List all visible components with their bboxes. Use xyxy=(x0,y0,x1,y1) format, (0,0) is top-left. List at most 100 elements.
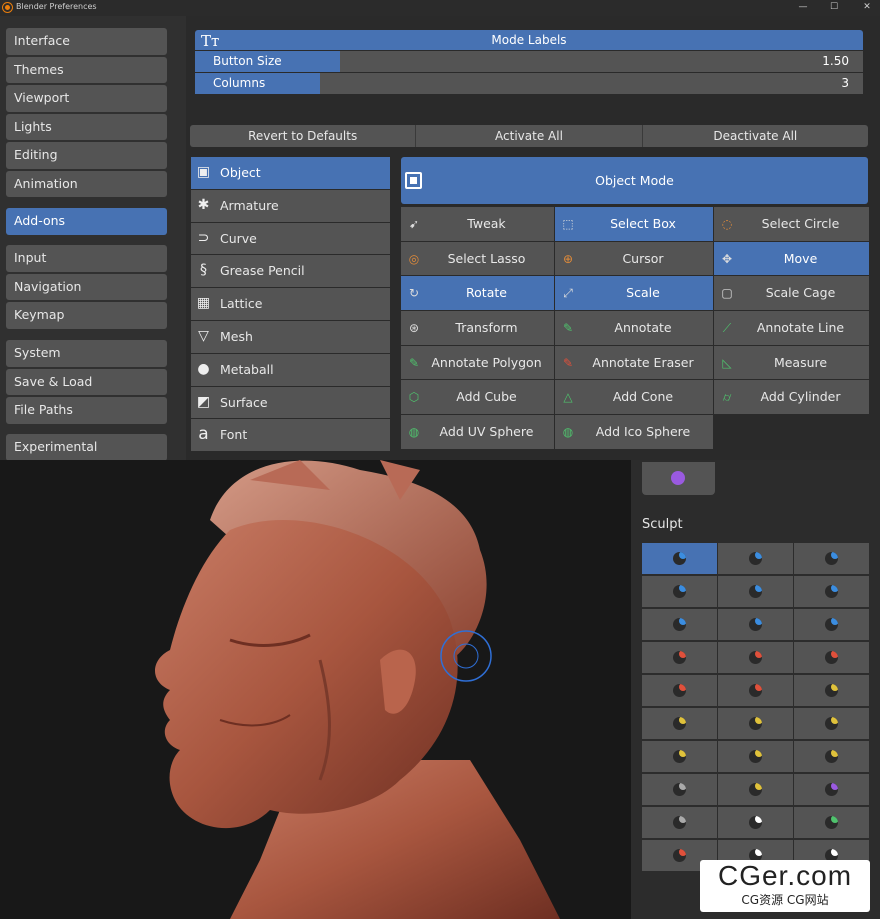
tool-measure[interactable]: ◺ Measure xyxy=(714,345,869,380)
tool-select-box[interactable]: ⬚ Select Box xyxy=(555,207,713,241)
tool-annotate-polygon[interactable]: ✎ Annotate Polygon xyxy=(401,345,554,380)
nav-item-editing[interactable]: Editing xyxy=(6,142,167,169)
nav-item-keymap[interactable]: Keymap xyxy=(6,302,167,329)
nav-item-addons[interactable]: Add-ons xyxy=(6,208,167,235)
sculpt-brush-button[interactable] xyxy=(642,642,717,673)
sculpt-brush-icon xyxy=(825,717,838,730)
rotate-icon: ↻ xyxy=(408,286,420,301)
nav-item-experimental[interactable]: Experimental xyxy=(6,434,167,461)
tool-add-ico-sphere[interactable]: ◍ Add Ico Sphere xyxy=(555,415,713,449)
nav-item-file-paths[interactable]: File Paths xyxy=(6,397,167,424)
sculpt-brush-button[interactable] xyxy=(794,708,869,739)
mode-labels-header[interactable]: Tт Mode Labels xyxy=(195,30,863,50)
sculpt-brush-button[interactable] xyxy=(718,774,793,805)
previous-mode-button[interactable] xyxy=(642,462,715,495)
tool-scale-cage[interactable]: ▢ Scale Cage xyxy=(714,276,869,311)
sculpt-brush-button[interactable] xyxy=(718,807,793,838)
nav-item-save-load[interactable]: Save & Load xyxy=(6,368,167,395)
window-title: Blender Preferences xyxy=(16,2,97,11)
maximize-button[interactable]: ☐ xyxy=(827,1,841,14)
object-type-surface[interactable]: ◩ Surface xyxy=(191,386,390,419)
nav-group-addons: Add-ons xyxy=(6,208,167,237)
select-box-icon: ⬚ xyxy=(562,217,574,231)
nav-item-viewport[interactable]: Viewport xyxy=(6,85,167,112)
sculpt-brush-button[interactable] xyxy=(642,576,717,607)
object-type-metaball[interactable]: ● Metaball xyxy=(191,353,390,386)
tool-rotate[interactable]: ↻ Rotate xyxy=(401,276,554,311)
window-titlebar: Blender Preferences — ☐ ✕ xyxy=(0,0,880,16)
object-type-object[interactable]: ▣ Object xyxy=(191,157,390,189)
nav-item-lights[interactable]: Lights xyxy=(6,113,167,140)
tool-annotate-line[interactable]: ⟋ Annotate Line xyxy=(714,311,869,345)
activate-all-button[interactable]: Activate All xyxy=(416,125,643,147)
button-size-label: Button Size xyxy=(213,54,282,68)
sculpt-brush-button[interactable] xyxy=(794,675,869,706)
sculpt-brush-button[interactable] xyxy=(718,609,793,640)
sculpt-viewport[interactable] xyxy=(0,460,631,919)
tool-add-uv-sphere[interactable]: ◍ Add UV Sphere xyxy=(401,415,554,449)
object-type-curve[interactable]: ⊃ Curve xyxy=(191,222,390,255)
tool-select-lasso[interactable]: ◎ Select Lasso xyxy=(401,241,554,276)
sculpt-brush-icon xyxy=(825,750,838,763)
nav-item-themes[interactable]: Themes xyxy=(6,56,167,83)
object-icon: ▣ xyxy=(196,164,211,180)
object-type-lattice[interactable]: ▦ Lattice xyxy=(191,288,390,320)
sculpt-brush-button[interactable] xyxy=(718,708,793,739)
button-size-slider[interactable]: Button Size 1.50 xyxy=(195,51,863,72)
lattice-icon: ▦ xyxy=(196,295,211,312)
sculpt-brush-button[interactable] xyxy=(794,543,869,574)
text-icon: Tт xyxy=(201,32,220,50)
select-circle-icon: ◌ xyxy=(721,217,733,231)
tool-scale[interactable]: ⤢ Scale xyxy=(555,276,713,311)
minimize-button[interactable]: — xyxy=(796,1,810,14)
sculpt-brush-button[interactable] xyxy=(794,642,869,673)
sculpt-brush-button[interactable] xyxy=(642,609,717,640)
object-mode-header[interactable]: Object Mode xyxy=(401,157,868,204)
object-type-armature[interactable]: ✱ Armature xyxy=(191,189,390,222)
sculpt-brush-button[interactable] xyxy=(718,543,793,574)
sculpt-brush-button[interactable] xyxy=(642,543,717,574)
sculpt-brush-button[interactable] xyxy=(642,774,717,805)
tool-annotate[interactable]: ✎ Annotate xyxy=(555,311,713,345)
sculpt-brush-button[interactable] xyxy=(794,576,869,607)
deactivate-all-button[interactable]: Deactivate All xyxy=(642,125,868,147)
sculpt-brush-button[interactable] xyxy=(794,741,869,772)
tool-select-circle[interactable]: ◌ Select Circle xyxy=(714,207,869,241)
tool-tweak[interactable]: ➹ Tweak xyxy=(401,207,554,241)
sculpt-brush-button[interactable] xyxy=(642,708,717,739)
sculpt-brush-button[interactable] xyxy=(794,774,869,805)
tool-annotate-eraser[interactable]: ✎ Annotate Eraser xyxy=(555,345,713,380)
close-button[interactable]: ✕ xyxy=(860,1,874,14)
nav-item-navigation[interactable]: Navigation xyxy=(6,273,167,300)
tool-grid: ➹ Tweak ⬚ Select Box ◌ Select Circle ◎ Selec… xyxy=(401,207,869,449)
revert-to-defaults-button[interactable]: Revert to Defaults xyxy=(190,125,417,147)
sculpt-brush-button[interactable] xyxy=(794,807,869,838)
sculpt-brush-button[interactable] xyxy=(642,741,717,772)
tool-add-cube[interactable]: ⬡ Add Cube xyxy=(401,380,554,415)
object-type-font[interactable]: a Font xyxy=(191,419,390,452)
sculpt-brush-icon xyxy=(825,585,838,598)
sculpt-brush-button[interactable] xyxy=(718,741,793,772)
sculpt-brush-button[interactable] xyxy=(718,642,793,673)
nav-item-interface[interactable]: Interface xyxy=(6,28,167,55)
tool-move[interactable]: ✥ Move xyxy=(714,241,869,276)
tool-cursor[interactable]: ⊕ Cursor xyxy=(555,241,713,276)
sculpt-brush-icon xyxy=(825,783,838,796)
sculpt-brush-button[interactable] xyxy=(642,675,717,706)
columns-slider[interactable]: Columns 3 xyxy=(195,73,863,94)
sculpt-brush-icon xyxy=(749,684,762,697)
sculpt-brush-button[interactable] xyxy=(718,675,793,706)
sculpt-brush-button[interactable] xyxy=(642,807,717,838)
sculpt-brush-icon xyxy=(673,783,686,796)
sculpt-brush-button[interactable] xyxy=(794,609,869,640)
nav-item-animation[interactable]: Animation xyxy=(6,170,167,197)
tool-add-cone[interactable]: △ Add Cone xyxy=(555,380,713,415)
nav-item-system[interactable]: System xyxy=(6,340,167,367)
object-type-grease-pencil[interactable]: § Grease Pencil xyxy=(191,255,390,288)
object-type-label: Lattice xyxy=(220,296,263,312)
tool-transform[interactable]: ⊛ Transform xyxy=(401,311,554,345)
object-type-mesh[interactable]: ▽ Mesh xyxy=(191,320,390,353)
tool-add-cylinder[interactable]: ⌭ Add Cylinder xyxy=(714,380,869,415)
nav-item-input[interactable]: Input xyxy=(6,245,167,272)
sculpt-brush-button[interactable] xyxy=(718,576,793,607)
